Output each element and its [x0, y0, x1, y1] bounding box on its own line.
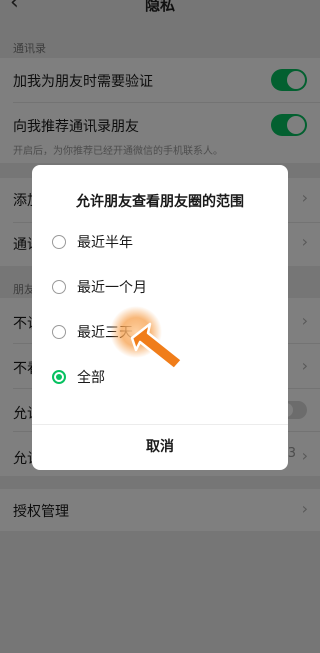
dialog-title: 允许朋友查看朋友圈的范围	[76, 194, 244, 210]
radio-icon	[52, 235, 66, 249]
radio-icon	[52, 280, 66, 294]
radio-checked-icon	[52, 370, 66, 384]
option-one-month[interactable]: 最近一个月	[52, 274, 272, 302]
option-label: 最近半年	[77, 235, 133, 251]
option-all[interactable]: 全部	[52, 364, 272, 392]
cancel-button[interactable]: 取消	[32, 425, 288, 470]
option-three-days[interactable]: 最近三天	[52, 319, 272, 347]
option-half-year[interactable]: 最近半年	[52, 229, 272, 257]
moments-range-dialog: 允许朋友查看朋友圈的范围 最近半年 最近一个月 最近三天 全部 取消	[32, 165, 288, 470]
radio-icon	[52, 325, 66, 339]
option-label: 最近一个月	[77, 280, 147, 296]
option-label: 全部	[77, 370, 105, 386]
option-label: 最近三天	[77, 325, 133, 341]
